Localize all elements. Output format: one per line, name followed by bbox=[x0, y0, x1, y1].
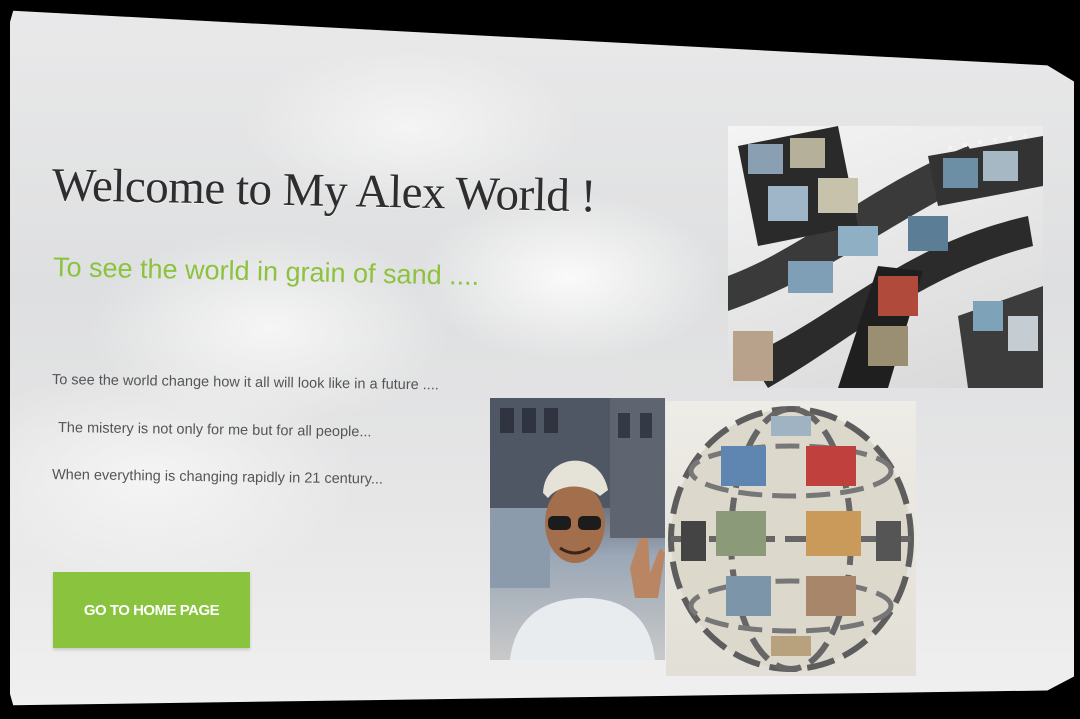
portrait-photo bbox=[490, 398, 665, 660]
go-to-home-page-button[interactable]: GO TO HOME PAGE bbox=[53, 572, 250, 648]
page-title: Welcome to My Alex World ! bbox=[51, 159, 597, 223]
intro-line-1: To see the world change how it all will … bbox=[51, 372, 439, 394]
intro-line-3: When everything is changing rapidly in 2… bbox=[51, 467, 384, 488]
intro-line-2: The mistery is not only for me but for a… bbox=[57, 420, 372, 441]
photo-sphere-collage-image bbox=[666, 401, 916, 676]
film-strip-collage-image bbox=[728, 126, 1043, 388]
page-subtitle: To see the world in grain of sand .... bbox=[52, 252, 480, 291]
sphere-graphic bbox=[668, 406, 914, 672]
hero-card: Welcome to My Alex World ! To see the wo… bbox=[10, 10, 1074, 706]
